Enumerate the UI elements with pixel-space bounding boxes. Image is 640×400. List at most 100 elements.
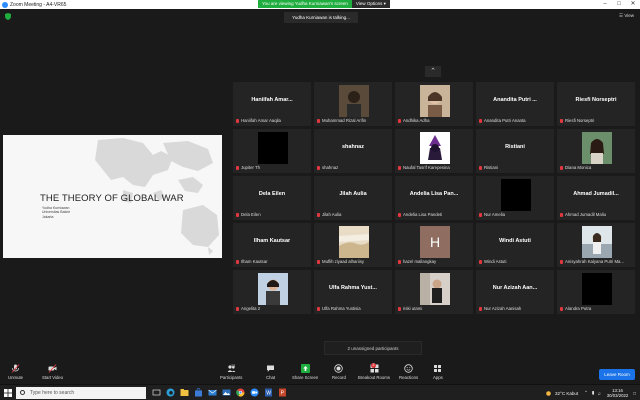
participant-display-name: Riesfi Norseptri xyxy=(575,97,617,103)
shield-icon[interactable] xyxy=(5,13,11,20)
minimize-button[interactable]: – xyxy=(598,0,612,9)
participant-name-label: Muflih ziyaad alhariisy xyxy=(317,259,364,264)
participant-name-label: Andelia Lisa Pandeti xyxy=(398,212,442,217)
participant-tile[interactable]: Windi Astuti Windi Astuti xyxy=(475,222,555,268)
participant-name-text: Ilham Kautsar xyxy=(241,259,268,264)
breakout-rooms-button[interactable]: 2 Breakout Rooms xyxy=(358,363,390,380)
participant-name-label: Ilham Kautsar xyxy=(236,259,268,264)
gallery-scroll-up-button[interactable]: ⌃ xyxy=(425,66,441,77)
photos-icon[interactable] xyxy=(222,388,231,397)
viewing-banner: You are viewing Yudha Kurniawan's screen… xyxy=(258,0,408,8)
participant-tile[interactable]: Jupiter Th xyxy=(232,128,312,174)
reactions-button[interactable]: Reactions xyxy=(399,364,418,380)
participant-name-text: Nur Azizah Aanisah xyxy=(484,306,522,311)
taskbar-clock[interactable]: 13:16 30/03/2022 xyxy=(607,388,629,399)
volume-icon[interactable]: ♫ xyxy=(597,391,600,396)
participant-tile[interactable]: shahnaz shahnaz xyxy=(313,128,393,174)
tray-arrow-icon[interactable]: ⌃ xyxy=(584,390,588,396)
mic-muted-icon xyxy=(398,165,401,170)
store-icon[interactable] xyxy=(194,388,203,397)
participant-tile[interactable]: Naufal Tasrif Karepesina xyxy=(394,128,474,174)
unassigned-participants[interactable]: 2 unassigned participants xyxy=(324,341,422,355)
record-button[interactable]: Record xyxy=(332,364,346,380)
participant-tile[interactable]: Muhammad Rizal Arifin xyxy=(313,81,393,127)
participant-tile[interactable]: Ristiani Ristiani xyxy=(475,128,555,174)
participant-name-text: Anandita Putri Ananta xyxy=(484,118,526,123)
participant-tile[interactable]: riski utami xyxy=(394,269,474,315)
participant-tile[interactable]: Nur Amelia xyxy=(475,175,555,221)
network-icon[interactable]: ▮ xyxy=(592,390,594,396)
participant-tile[interactable]: Hhazel mallangkay xyxy=(394,222,474,268)
mic-muted-icon xyxy=(236,306,239,311)
mic-muted-icon xyxy=(560,306,563,311)
view-button[interactable]: ☰ View xyxy=(619,13,634,19)
taskbar-search-box[interactable]: Type here to search xyxy=(16,387,146,399)
chat-button[interactable]: Chat xyxy=(266,364,275,380)
participant-tile[interactable]: Andelia Lisa Pan... Andelia Lisa Pandeti xyxy=(394,175,474,221)
participant-tile[interactable]: Anandita Putri ... Anandita Putri Ananta xyxy=(475,81,555,127)
participant-name-label: shahnaz xyxy=(317,165,338,170)
participant-name-text: hazel mallangkay xyxy=(403,259,437,264)
word-icon[interactable]: W xyxy=(264,388,273,397)
participant-name-label: Naufal Tasrif Karepesina xyxy=(398,165,450,170)
share-screen-icon xyxy=(300,364,310,373)
participant-name-label: Jupiter Th xyxy=(236,165,260,170)
powerpoint-icon[interactable]: P xyxy=(278,388,287,397)
mail-icon[interactable] xyxy=(208,388,217,397)
close-button[interactable]: ✕ xyxy=(626,0,640,9)
participant-tile[interactable]: Ulfa Rahma Yust... Ulfa Rahma Yustisia xyxy=(313,269,393,315)
file-explorer-icon[interactable] xyxy=(180,388,189,397)
leave-room-button[interactable]: Leave Room xyxy=(599,369,635,380)
participant-name-label: Jilah Aulia xyxy=(317,212,341,217)
participant-tile[interactable]: Ilham Kautsar Ilham Kautsar xyxy=(232,222,312,268)
slide-subtitle: Yudha Kurniawan Universitas Bakrie Jakar… xyxy=(42,206,70,219)
windows-start-icon[interactable] xyxy=(4,389,12,397)
participants-button[interactable]: 38 Participants xyxy=(220,364,242,380)
shared-screen[interactable]: THE THEORY OF GLOBAL WAR Yudha Kurniawan… xyxy=(3,135,222,258)
participant-name-text: Diana Monica xyxy=(565,165,592,170)
chat-icon xyxy=(267,365,275,372)
unmute-button[interactable]: Unmute xyxy=(8,364,23,380)
participant-video xyxy=(501,179,531,211)
participant-name-text: Jupiter Th xyxy=(241,165,261,170)
participant-tile[interactable]: Ahmad Jumadil... Ahmad Jumadil Maliu xyxy=(556,175,636,221)
participant-display-name: Ulfa Rahma Yust... xyxy=(329,285,377,291)
share-screen-button[interactable]: Share Screen xyxy=(292,364,318,380)
participant-tile[interactable]: Andhika Adha xyxy=(394,81,474,127)
chrome-icon[interactable] xyxy=(236,388,245,397)
notifications-icon[interactable]: □ xyxy=(633,391,636,396)
zoom-taskbar-icon[interactable] xyxy=(250,388,259,397)
participant-video xyxy=(582,273,612,305)
participant-name-text: Ulfa Rahma Yustisia xyxy=(322,306,361,311)
participant-tile[interactable]: Alandra Putra xyxy=(556,269,636,315)
slide-line-2: Universitas Bakrie xyxy=(42,210,71,215)
participant-photo xyxy=(420,273,450,305)
participant-display-name: Anandita Putri ... xyxy=(493,97,537,103)
participant-display-name: Nur Azizah Aan... xyxy=(492,285,538,291)
chat-label: Chat xyxy=(266,375,276,380)
window-controls: – □ ✕ xyxy=(598,0,640,9)
participant-tile[interactable]: Riesfi Norseptri Riesfi Norseptri xyxy=(556,81,636,127)
participant-display-name: Windi Astuti xyxy=(499,238,531,244)
participant-tile[interactable]: Dela Eilen Dela Eilen xyxy=(232,175,312,221)
apps-label: Apps xyxy=(433,375,443,380)
maximize-button[interactable]: □ xyxy=(612,0,626,9)
participant-tile[interactable]: Jilah Aulia Jilah Aulia xyxy=(313,175,393,221)
start-video-button[interactable]: Start Video xyxy=(42,364,63,380)
participant-tile[interactable]: Muflih ziyaad alhariisy xyxy=(313,222,393,268)
participant-tile[interactable]: Nur Azizah Aan... Nur Azizah Aanisah xyxy=(475,269,555,315)
task-view-icon[interactable] xyxy=(152,388,161,397)
apps-button[interactable]: Apps xyxy=(433,364,443,380)
participant-tile[interactable]: Anisyahrah Kalyana Putri Ma... xyxy=(556,222,636,268)
view-options-button[interactable]: View Options ▾ xyxy=(351,0,390,8)
participant-name-text: Haniifah Amar Aaqila xyxy=(241,118,281,123)
edge-browser-icon[interactable] xyxy=(166,388,175,397)
participant-tile[interactable]: Diana Monica xyxy=(556,128,636,174)
mic-muted-icon xyxy=(236,165,239,170)
view-label: View xyxy=(624,13,634,18)
participant-name-label: Ahmad Jumadil Maliu xyxy=(560,212,606,217)
participant-tile[interactable]: Angelita 2 xyxy=(232,269,312,315)
participant-tile[interactable]: Haniifah Amar... Haniifah Amar Aaqila xyxy=(232,81,312,127)
participant-name-label: Nur Azizah Aanisah xyxy=(479,306,521,311)
participant-name-text: Ristiani xyxy=(484,165,499,170)
